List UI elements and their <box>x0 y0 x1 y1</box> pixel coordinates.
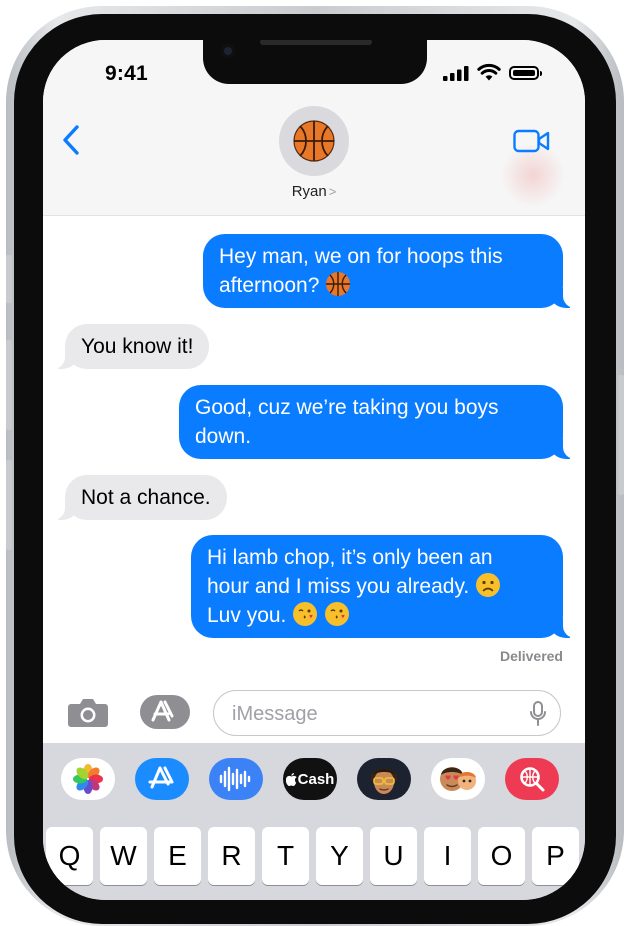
message-line: down. <box>195 425 252 448</box>
memoji-button[interactable] <box>357 758 411 800</box>
app-store-button[interactable] <box>135 758 189 800</box>
contact-chevron: > <box>328 184 337 199</box>
message-bubble-outgoing[interactable]: Hey man, we on for hoops this afternoon? <box>203 234 581 308</box>
message-line: You know it! <box>81 335 194 358</box>
message-line-with-emoji: Luv you. <box>207 601 547 630</box>
web-images-search-icon <box>520 767 545 792</box>
audio-message-icon <box>219 766 251 792</box>
message-line: Luv you. <box>207 604 287 627</box>
side-button-volume-down <box>6 460 12 550</box>
video-call-button[interactable] <box>513 128 551 159</box>
apple-cash-label: Cash <box>297 770 335 788</box>
imessage-field[interactable] <box>213 690 561 736</box>
audio-message-button[interactable] <box>209 758 263 800</box>
wifi-icon <box>477 63 501 81</box>
message-line: hour and I miss you already. <box>207 575 470 598</box>
app-store-icon <box>148 766 174 789</box>
app-drawer: Cash <box>43 743 585 815</box>
apps-button[interactable] <box>139 694 191 735</box>
battery-icon <box>509 66 542 80</box>
status-time: 9:41 <box>105 62 148 85</box>
video-camera-icon <box>513 129 550 153</box>
contact-name-button[interactable]: Ryan > <box>43 183 585 200</box>
microphone-icon <box>530 701 546 726</box>
side-button-power <box>618 375 624 495</box>
photos-app-icon <box>73 764 103 794</box>
apple-logo-icon <box>285 772 297 786</box>
key-w[interactable]: W <box>100 827 147 885</box>
basketball-icon <box>293 120 335 162</box>
photos-app-button[interactable] <box>61 758 115 800</box>
key-o[interactable]: O <box>478 827 525 885</box>
contact-avatar[interactable] <box>279 106 349 176</box>
side-button-mute <box>6 255 12 303</box>
key-p[interactable]: P <box>532 827 579 885</box>
contact-name: Ryan <box>291 183 327 200</box>
face-blowing-kiss-icon <box>325 602 350 626</box>
app-store-icon <box>140 695 190 729</box>
cellular-signal-icon <box>443 66 469 81</box>
slightly-frowning-face-icon <box>476 573 501 597</box>
memoji-icon <box>371 768 397 794</box>
dictation-button[interactable] <box>530 701 546 732</box>
message-line: Hey man, we on for hoops this <box>219 245 503 268</box>
message-line-with-emoji: hour and I miss you already. <box>207 572 547 601</box>
message-bubble-incoming[interactable]: Not a chance. <box>47 475 227 520</box>
message-line: afternoon? <box>219 274 320 297</box>
front-camera <box>221 44 235 58</box>
message-bubble-outgoing[interactable]: Good, cuz we’re taking you boys down. <box>179 385 581 459</box>
message-input-bar <box>43 680 585 740</box>
earpiece-speaker <box>260 40 372 45</box>
key-r[interactable]: R <box>208 827 255 885</box>
face-blowing-kiss-icon <box>293 602 318 626</box>
back-button[interactable] <box>61 124 81 161</box>
message-line: Hi lamb chop, it’s only been an <box>207 546 493 569</box>
delivered-status: Delivered <box>499 648 563 664</box>
camera-button[interactable] <box>67 696 109 733</box>
notch <box>203 40 427 84</box>
keyboard: Q W E R T Y U I O P <box>43 815 585 900</box>
basketball-emoji-icon <box>326 272 351 296</box>
key-q[interactable]: Q <box>46 827 93 885</box>
message-input[interactable] <box>230 701 524 727</box>
key-t[interactable]: T <box>262 827 309 885</box>
chevron-left-icon <box>63 125 79 155</box>
phone-screen: Ryan > 9:41 Hey man, we on for hoops thi… <box>43 40 585 900</box>
key-y[interactable]: Y <box>316 827 363 885</box>
message-bubble-incoming[interactable]: You know it! <box>46 324 210 369</box>
web-images-search-button[interactable] <box>505 758 559 800</box>
apple-cash-button[interactable]: Cash <box>283 758 337 800</box>
key-i[interactable]: I <box>424 827 471 885</box>
message-bubble-outgoing[interactable]: Hi lamb chop, it’s only been an hour and… <box>191 535 581 638</box>
key-e[interactable]: E <box>154 827 201 885</box>
message-line: Not a chance. <box>81 486 211 509</box>
message-line: Good, cuz we’re taking you boys <box>195 396 499 419</box>
key-u[interactable]: U <box>370 827 417 885</box>
memoji-stickers-button[interactable] <box>431 758 485 800</box>
message-line-with-emoji: afternoon? <box>219 271 547 300</box>
side-button-volume-up <box>6 340 12 430</box>
camera-icon <box>68 699 108 727</box>
memoji-stickers-icon <box>440 767 476 791</box>
